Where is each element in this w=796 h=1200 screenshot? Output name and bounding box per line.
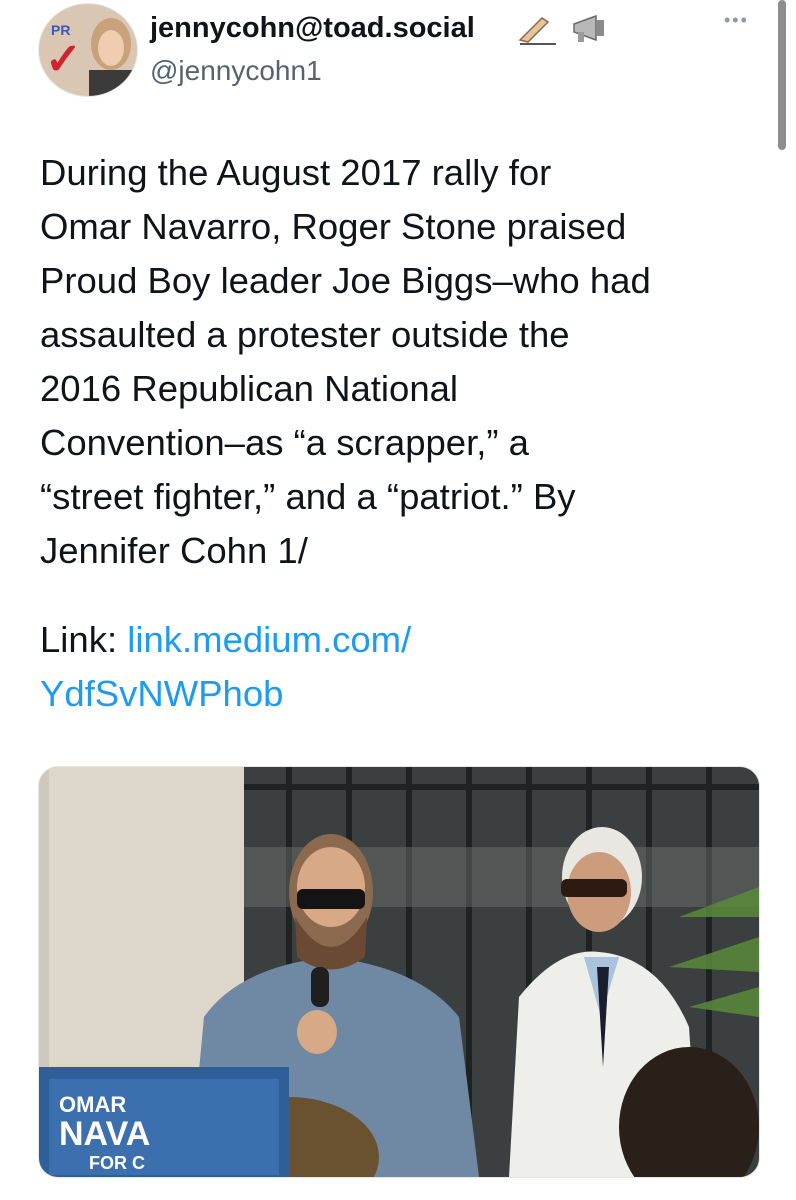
tweet-text-line: Proud Boy leader Joe Biggs–who had xyxy=(40,260,651,301)
medium-link-continued[interactable]: YdfSvNWPhob xyxy=(40,673,283,714)
tweet-media-image[interactable]: OMAR NAVA FOR C xyxy=(38,766,760,1178)
tweet-text-line: assaulted a protester outside the xyxy=(40,314,570,355)
display-name[interactable]: jennycohn@toad.social xyxy=(150,12,475,45)
avatar[interactable]: PR ✓ xyxy=(38,3,138,97)
tweet-text-line: 2016 Republican National xyxy=(40,368,459,409)
rally-photo: OMAR NAVA FOR C xyxy=(39,767,759,1177)
handle[interactable]: @jennycohn1 xyxy=(150,55,322,87)
tweet-text-line: Jennifer Cohn 1/ xyxy=(40,530,308,571)
megaphone-icon xyxy=(568,10,612,51)
avatar-portrait xyxy=(89,18,133,96)
tweet-text-line: Convention–as “a scrapper,” a xyxy=(40,422,529,463)
sign-text-omar: OMAR xyxy=(59,1092,126,1117)
medium-link[interactable]: link.medium.com/ xyxy=(127,619,411,660)
sign-text-navarro: NAVA xyxy=(59,1115,150,1153)
check-icon: ✓ xyxy=(45,35,82,84)
tweet-text-line: During the August 2017 rally for xyxy=(40,152,552,193)
tweet-text: During the August 2017 rally for Omar Na… xyxy=(40,146,780,578)
sign-text-for: FOR C xyxy=(89,1153,145,1173)
link-label: Link: xyxy=(40,619,128,660)
scrollbar[interactable] xyxy=(778,0,786,150)
tweet-header: PR ✓ jennycohn@toad.social @jennycohn1 •… xyxy=(0,0,796,120)
tweet-link-block: Link: link.medium.com/ YdfSvNWPhob xyxy=(40,613,780,721)
writing-hand-icon xyxy=(516,10,560,51)
tweet-text-line: “street fighter,” and a “patriot.” By xyxy=(40,476,576,517)
more-horizontal-icon[interactable]: ••• xyxy=(724,10,749,31)
tweet-text-line: Omar Navarro, Roger Stone praised xyxy=(40,206,627,247)
